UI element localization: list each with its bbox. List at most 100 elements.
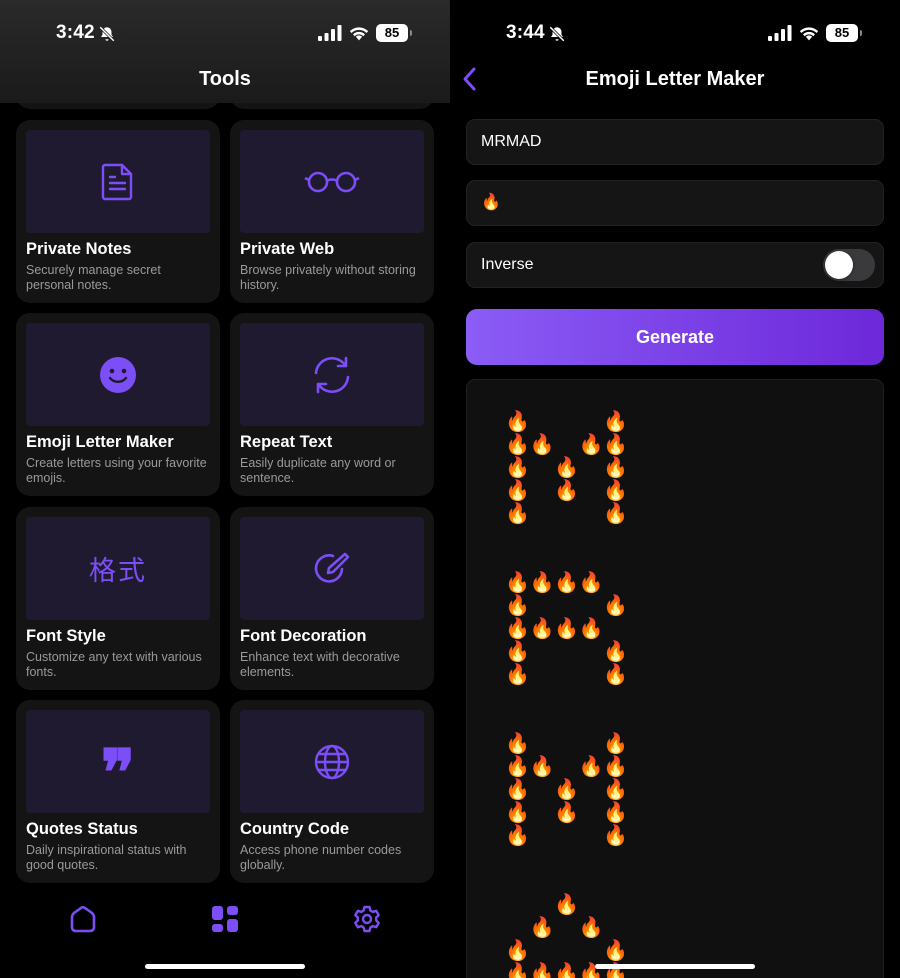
wifi-icon [349,27,369,41]
battery-indicator: 85 [376,24,412,42]
card-title: Private Notes [26,240,132,258]
status-bar: 3:44 85 [450,0,900,62]
emoji-cell: 🔥 [529,917,555,939]
emoji-cell: 🔥 [505,618,530,640]
emoji-cell: 🔥 [554,457,580,479]
emoji-cell: 🔥 [529,434,555,456]
smiley-icon [100,356,136,393]
emoji-cell: 🔥 [505,825,530,847]
emoji-cell: 🔥 [603,733,629,755]
home-indicator [145,964,305,969]
emoji-cell: 🔥 [554,572,580,594]
compose-icon [314,552,350,583]
page-title: Tools [199,68,251,90]
emoji-cell: 🔥 [578,618,604,640]
card-preview [240,130,424,233]
card-description: Customize any text with various fonts. [26,650,202,679]
repeat-icon [314,356,350,393]
tool-card-repeat-text[interactable]: Repeat Text Easily duplicate any word or… [230,313,434,496]
text-input[interactable]: MRMAD [466,119,884,165]
card-title: Emoji Letter Maker [26,433,174,451]
emoji-cell: 🔥 [505,756,530,778]
card-description: Easily duplicate any word or sentence. [240,456,396,485]
card-title: Font Style [26,627,106,645]
cellular-signal-icon [318,25,342,41]
emoji-cell: 🔥 [554,779,580,801]
emoji-cell: 🔥 [505,802,530,824]
battery-indicator: 85 [826,24,862,42]
emoji-input[interactable]: 🔥 [466,180,884,226]
tool-card-private-web[interactable]: Private Web Browse privately without sto… [230,120,434,303]
card-preview: 格式 [26,517,210,620]
emoji-cell: 🔥 [603,641,629,663]
card-description: Securely manage secret personal notes. [26,263,161,292]
tab-settings[interactable] [351,903,383,935]
card-title: Country Code [240,820,350,838]
emoji-cell: 🔥 [603,503,629,525]
card-title: Repeat Text [240,433,333,451]
emoji-cell: 🔥 [505,733,530,755]
card-description: Enhance text with decorative elements. [240,650,400,679]
inverse-toggle[interactable] [823,249,875,281]
silent-bell-icon [99,26,115,42]
quote-icon: ❞ [100,737,136,809]
globe-icon [314,744,350,779]
tab-tools[interactable] [209,903,241,935]
emoji-cell: 🔥 [578,917,604,939]
card-title: Quotes Status [26,820,138,838]
card-preview [240,710,424,813]
tool-card-font-style[interactable]: 格式 Font Style Customize any text with va… [16,507,220,690]
inverse-label: Inverse [481,256,534,273]
emoji-letter-maker-screen: 3:44 85 Emoji Letter Maker MRMAD 🔥 Inver… [450,0,900,978]
emoji-cell: 🔥 [603,779,629,801]
emoji-cell: 🔥 [505,457,530,479]
emoji-output[interactable]: 🔥 🔥 🔥 🔥 🔥 🔥 🔥 🔥 🔥 🔥 🔥 🔥 🔥 🔥 🔥 🔥 🔥 🔥 🔥 🔥 🔥 🔥 🔥 🔥 🔥 🔥 🔥 🔥 🔥 🔥 🔥 🔥 🔥 🔥 🔥 🔥 🔥 🔥 🔥 🔥… [466,379,884,978]
card-title: Font Decoration [240,627,367,645]
emoji-cell: 🔥 [505,940,530,962]
emoji-cell: 🔥 [603,457,629,479]
emoji-cell: 🔥 [603,411,629,433]
emoji-cell: 🔥 [529,618,555,640]
gear-icon [354,905,380,933]
tab-home[interactable] [67,903,99,935]
emoji-cell: 🔥 [578,572,604,594]
generate-button[interactable]: Generate [466,309,884,365]
emoji-cell: 🔥 [505,572,530,594]
tool-card-private-notes[interactable]: Private Notes Securely manage secret per… [16,120,220,303]
status-time: 3:42 [56,22,95,43]
emoji-cell: 🔥 [505,664,530,686]
emoji-cell: 🔥 [603,825,629,847]
emoji-cell: 🔥 [603,480,629,502]
emoji-cell: 🔥 [603,595,629,617]
tool-card-font-decoration[interactable]: Font Decoration Enhance text with decora… [230,507,434,690]
toggle-knob [825,251,853,279]
card-preview: ❞ [26,710,210,813]
font-style-glyph: 格式 [89,556,147,587]
tool-card-country-code[interactable]: Country Code Access phone number codes g… [230,700,434,883]
cellular-signal-icon [768,25,792,41]
emoji-cell: 🔥 [603,664,629,686]
emoji-cell: 🔥 [603,940,629,962]
emoji-cell: 🔥 [529,963,555,978]
status-bar: 3:42 85 [0,0,450,62]
tool-card-quotes-status[interactable]: ❞ Quotes Status Daily inspirational stat… [16,700,220,883]
emoji-cell: 🔥 [554,802,580,824]
card-preview [240,517,424,620]
emoji-cell: 🔥 [505,641,530,663]
emoji-cell: 🔥 [505,595,530,617]
silent-bell-icon [549,26,565,42]
emoji-cell: 🔥 [505,963,530,978]
tool-card-emoji-letter-maker[interactable]: Emoji Letter Maker Create letters using … [16,313,220,496]
card-preview [240,323,424,426]
wifi-icon [799,27,819,41]
emoji-cell: 🔥 [505,411,530,433]
tools-screen: 3:42 85 Tools Private Notes Securely man… [0,0,450,978]
tools-header: 3:42 85 Tools [0,0,450,103]
emoji-cell: 🔥 [554,480,580,502]
emoji-cell: 🔥 [554,963,580,978]
home-icon [70,905,96,933]
emoji-cell: 🔥 [505,434,530,456]
emoji-cell: 🔥 [554,618,580,640]
inverse-row: Inverse [466,242,884,288]
emoji-cell: 🔥 [529,756,555,778]
